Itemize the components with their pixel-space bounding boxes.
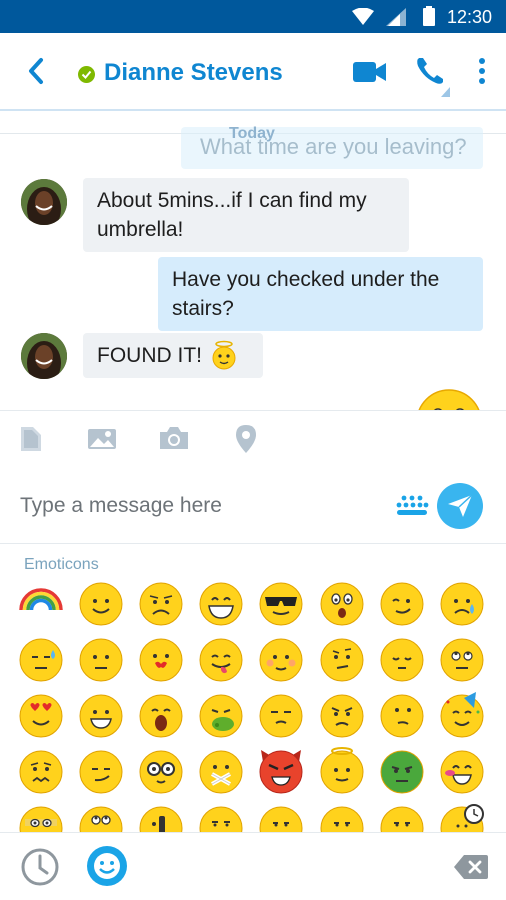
back-arrow-icon[interactable] <box>26 57 46 85</box>
location-icon[interactable] <box>236 425 256 453</box>
thinking-emoticon[interactable] <box>375 687 429 743</box>
laugh-emoticon[interactable] <box>194 575 248 631</box>
emoticon-grid <box>0 544 506 832</box>
avatar[interactable] <box>21 179 67 225</box>
blank-emoticon[interactable] <box>315 799 369 832</box>
bandit-emoticon[interactable] <box>14 799 68 832</box>
smirk-emoticon[interactable] <box>74 743 128 799</box>
smile-emoticon[interactable] <box>74 575 128 631</box>
devil-emoticon[interactable] <box>254 743 308 799</box>
photo-icon[interactable] <box>88 427 116 449</box>
envy-emoticon[interactable] <box>375 743 429 799</box>
keyboard-icon[interactable] <box>395 494 429 516</box>
worried-emoticon[interactable] <box>14 743 68 799</box>
cry-emoticon[interactable] <box>435 575 489 631</box>
emoticon-tab-bar <box>0 832 506 900</box>
smiley-icon <box>94 853 120 879</box>
dull-emoticon[interactable] <box>194 799 248 832</box>
compose-bar <box>0 468 506 544</box>
camera-icon[interactable] <box>160 427 188 449</box>
wifi-icon <box>352 8 374 25</box>
cool-emoticon[interactable] <box>254 575 308 631</box>
message-bubble-outgoing[interactable]: Have you checked under the stairs? <box>158 257 483 331</box>
message-text: Have you checked under the stairs? <box>172 268 440 320</box>
message-bubble-incoming[interactable]: About 5mins...if I can find my umbrella! <box>83 178 409 252</box>
pensive-emoticon[interactable] <box>74 799 128 832</box>
party-emoticon[interactable] <box>435 687 489 743</box>
speechless-emoticon[interactable] <box>74 631 128 687</box>
puke-emoticon[interactable] <box>194 687 248 743</box>
surprised-emoticon[interactable] <box>315 575 369 631</box>
attachment-toolbar <box>0 410 506 468</box>
signal-icon <box>386 8 406 26</box>
message-bubble-incoming[interactable]: FOUND IT! <box>83 333 263 378</box>
angry-emoticon[interactable] <box>315 687 369 743</box>
yawn-emoticon[interactable] <box>134 687 188 743</box>
wait-emoticon[interactable] <box>435 743 489 799</box>
send-icon <box>448 495 472 517</box>
chat-area[interactable]: What time are you leaving? Today About 5… <box>0 111 506 410</box>
angel-emoticon <box>212 340 236 370</box>
grin-emoticon[interactable] <box>74 687 128 743</box>
large-emoticon[interactable] <box>416 389 482 410</box>
emoticon-panel: Emoticons <box>0 544 506 832</box>
file-icon[interactable] <box>21 427 41 451</box>
avatar[interactable] <box>21 333 67 379</box>
check-icon <box>81 70 92 79</box>
clock-face-emoticon[interactable] <box>435 799 489 832</box>
sad-emoticon[interactable] <box>134 575 188 631</box>
blank-emoticon[interactable] <box>254 799 308 832</box>
recent-clock-icon[interactable] <box>20 847 60 887</box>
sweat-emoticon[interactable] <box>14 631 68 687</box>
doh-emoticon[interactable] <box>254 687 308 743</box>
clock: 12:30 <box>446 7 492 27</box>
day-separator: Today <box>229 125 275 142</box>
rainbow-emoticon[interactable] <box>14 575 68 631</box>
video-call-icon[interactable] <box>353 61 387 83</box>
nerd-emoticon[interactable] <box>134 743 188 799</box>
send-button[interactable] <box>437 483 483 529</box>
angel-emoticon[interactable] <box>315 743 369 799</box>
contact-name[interactable]: Dianne Stevens <box>104 59 283 87</box>
chat-header: Dianne Stevens <box>0 33 506 111</box>
message-text: About 5mins...if I can find my umbrella! <box>97 189 367 241</box>
battery-icon <box>423 6 435 26</box>
in-love-emoticon[interactable] <box>14 687 68 743</box>
lips-sealed-emoticon[interactable] <box>194 743 248 799</box>
tongue-out-emoticon[interactable] <box>194 631 248 687</box>
eye-roll-emoticon[interactable] <box>435 631 489 687</box>
wondering-emoticon[interactable] <box>315 631 369 687</box>
backspace-icon[interactable] <box>454 855 488 879</box>
emoticon-tab[interactable] <box>87 846 127 886</box>
blush-emoticon[interactable] <box>254 631 308 687</box>
presence-badge <box>78 66 95 83</box>
avatar-photo <box>21 179 67 225</box>
wink-emoticon[interactable] <box>375 575 429 631</box>
sleepy-emoticon[interactable] <box>375 631 429 687</box>
avatar-photo <box>21 333 67 379</box>
phone-icon[interactable] <box>414 55 454 97</box>
status-bar: 12:30 <box>0 0 506 33</box>
hmm-emoticon[interactable] <box>134 799 188 832</box>
kiss-emoticon[interactable] <box>134 631 188 687</box>
message-input[interactable] <box>20 490 370 522</box>
blank-emoticon[interactable] <box>375 799 429 832</box>
message-text: FOUND IT! <box>97 344 202 367</box>
more-options-icon[interactable] <box>478 57 486 85</box>
